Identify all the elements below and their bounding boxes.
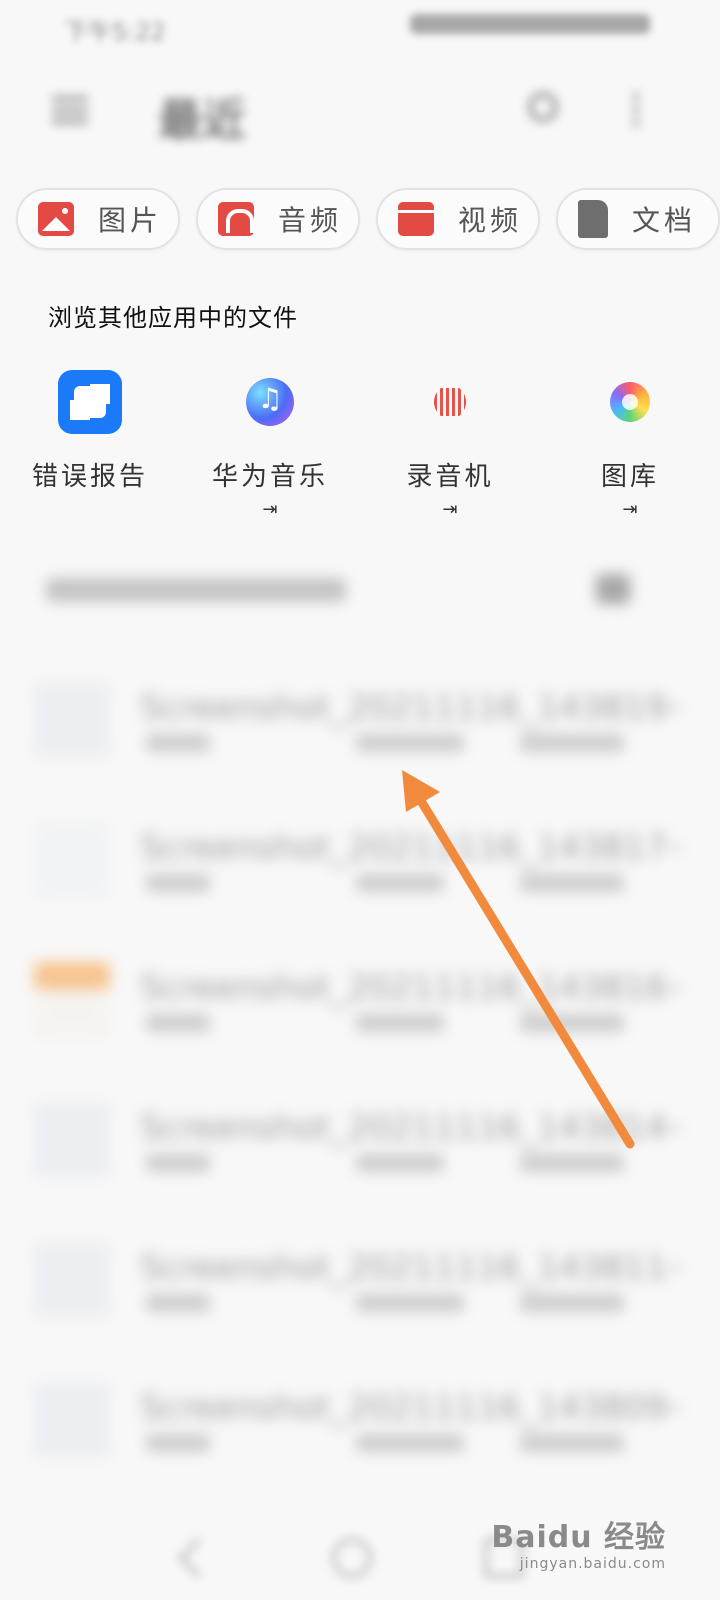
file-row[interactable]: Screenshot_20211116_143811~: [0, 1242, 720, 1362]
list-header: [46, 578, 346, 602]
status-icons: [410, 14, 650, 34]
file-meta: [356, 874, 444, 892]
file-name: Screenshot_20211116_143817~: [140, 828, 680, 868]
more-options-icon[interactable]: [632, 90, 640, 130]
chip-audio[interactable]: 音频: [196, 188, 360, 250]
file-meta: [520, 1014, 624, 1032]
file-meta: [356, 1014, 444, 1032]
external-link-icon: ⇥: [622, 499, 638, 520]
music-note-icon: [246, 378, 294, 426]
recent-files-list: Screenshot_20211116_143819~ Screenshot_2…: [0, 540, 720, 1580]
file-thumbnail: [34, 682, 110, 758]
menu-icon[interactable]: [52, 96, 88, 124]
puzzle-icon: [58, 370, 122, 434]
file-name: Screenshot_20211116_143811~: [140, 1248, 680, 1288]
status-bar: 下午5:22: [0, 0, 720, 50]
file-row[interactable]: Screenshot_20211116_143809~: [0, 1382, 720, 1502]
app-label: 图库: [600, 462, 659, 492]
file-meta: [520, 734, 624, 752]
watermark-url: jingyan.baidu.com: [519, 1556, 666, 1572]
file-meta: [520, 874, 624, 892]
file-name: Screenshot_20211116_143819~: [140, 688, 680, 728]
clapperboard-icon: [398, 202, 434, 236]
file-row[interactable]: Screenshot_20211116_143816~: [0, 962, 720, 1082]
chip-video[interactable]: 视频: [376, 188, 540, 250]
back-icon[interactable]: [178, 1538, 218, 1578]
file-meta: [146, 734, 210, 752]
file-meta: [520, 1434, 624, 1452]
app-error-report[interactable]: 错误报告: [0, 370, 180, 493]
external-link-icon: ⇥: [262, 499, 278, 520]
file-meta: [356, 1154, 444, 1172]
app-shortcuts: 错误报告 华为音乐 ⇥ 录音机 ⇥ 图库 ⇥: [0, 370, 720, 530]
app-label: 错误报告: [31, 462, 148, 492]
view-toggle-icon[interactable]: [596, 574, 630, 604]
file-meta: [356, 1434, 464, 1452]
image-icon: [38, 202, 74, 236]
file-meta: [520, 1294, 624, 1312]
app-label: 录音机: [406, 462, 494, 492]
file-thumbnail: [34, 1102, 110, 1178]
watermark-logo: Baidu 经验: [491, 1520, 666, 1555]
chip-documents[interactable]: 文档: [556, 188, 720, 250]
file-thumbnail: [34, 822, 110, 898]
file-row[interactable]: Screenshot_20211116_143819~: [0, 682, 720, 802]
chip-label: 文档: [632, 204, 697, 237]
baidu-watermark: Baidu 经验 jingyan.baidu.com: [491, 1512, 666, 1572]
file-meta: [146, 1014, 210, 1032]
file-meta: [146, 1154, 210, 1172]
gallery-flower-icon: [598, 370, 662, 434]
document-icon: [578, 200, 608, 238]
file-row[interactable]: Screenshot_20211116_143817~: [0, 822, 720, 942]
file-thumbnail: [34, 1242, 110, 1318]
file-meta: [146, 1294, 210, 1312]
file-meta: [520, 1154, 624, 1172]
file-meta: [146, 874, 210, 892]
app-header: 最近: [0, 70, 720, 150]
search-icon[interactable]: [528, 92, 558, 122]
file-name: Screenshot_20211116_143816~: [140, 968, 680, 1008]
status-time: 下午5:22: [64, 18, 166, 46]
sound-wave-icon: [418, 370, 482, 434]
file-meta: [146, 1434, 210, 1452]
page-title: 最近: [158, 95, 246, 146]
file-meta: [356, 734, 464, 752]
home-icon[interactable]: [332, 1538, 372, 1578]
app-gallery[interactable]: 图库 ⇥: [540, 370, 720, 520]
browse-section-title: 浏览其他应用中的文件: [48, 304, 298, 332]
app-huawei-music[interactable]: 华为音乐 ⇥: [180, 370, 360, 520]
file-meta: [356, 1294, 464, 1312]
app-label: 华为音乐: [211, 462, 328, 492]
chip-label: 视频: [458, 204, 523, 237]
external-link-icon: ⇥: [442, 499, 458, 520]
file-name: Screenshot_20211116_143814~: [140, 1108, 680, 1148]
headphones-icon: [218, 202, 254, 236]
file-name: Screenshot_20211116_143809~: [140, 1388, 680, 1428]
app-recorder[interactable]: 录音机 ⇥: [360, 370, 540, 520]
file-thumbnail: [34, 962, 110, 1038]
chip-label: 图片: [98, 204, 163, 237]
chip-images[interactable]: 图片: [16, 188, 180, 250]
file-row[interactable]: Screenshot_20211116_143814~: [0, 1102, 720, 1222]
file-thumbnail: [34, 1382, 110, 1458]
chip-label: 音频: [278, 204, 343, 237]
category-chips: 图片 音频 视频 文档: [16, 188, 720, 250]
